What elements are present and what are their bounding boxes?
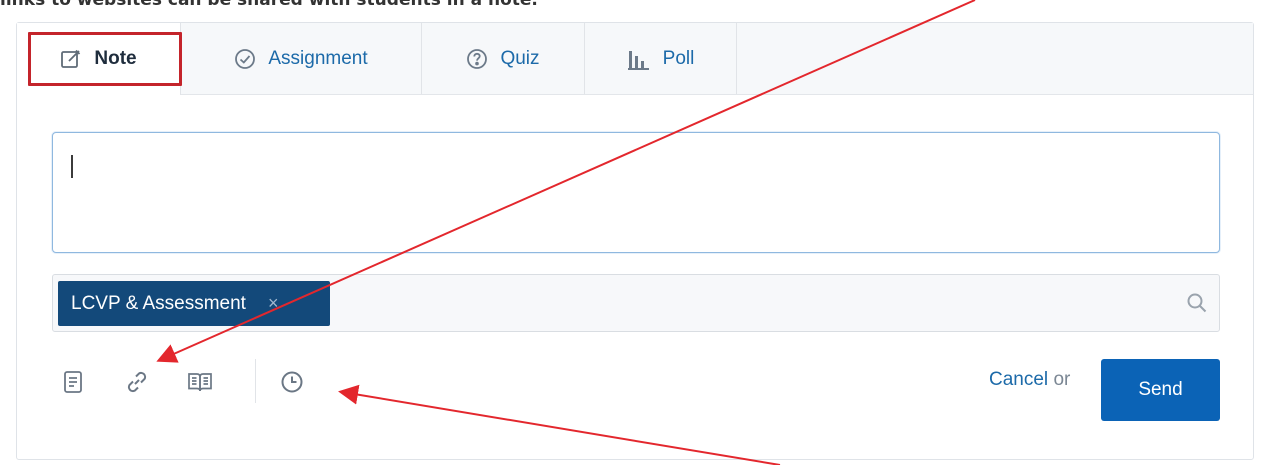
toolbar-divider (255, 359, 256, 403)
schedule-clock-icon[interactable] (272, 362, 312, 402)
post-type-tabs: Note Assignment Quiz Poll (17, 23, 1253, 95)
tab-label: Note (94, 48, 137, 69)
bar-chart-icon (627, 48, 651, 70)
tab-label: Poll (662, 47, 695, 69)
note-edit-icon (60, 48, 82, 70)
search-icon[interactable] (1186, 292, 1208, 319)
file-icon[interactable] (53, 362, 93, 402)
check-circle-icon (234, 48, 256, 70)
library-icon[interactable] (180, 362, 220, 402)
tab-poll[interactable]: Poll (585, 23, 737, 94)
tab-note[interactable]: Note (17, 23, 181, 95)
cancel-area: Cancel or (989, 369, 1070, 391)
remove-tag-icon[interactable]: × (268, 293, 279, 314)
tab-quiz[interactable]: Quiz (422, 23, 585, 94)
tab-label: Quiz (500, 47, 540, 69)
post-composer: Note Assignment Quiz Poll LCVP & Assessm… (16, 22, 1254, 460)
recipient-tag: LCVP & Assessment × (58, 281, 330, 326)
or-text: or (1053, 369, 1071, 390)
recipient-tag-label: LCVP & Assessment (71, 292, 246, 314)
page-caption: links to websites can be shared with stu… (0, 0, 538, 10)
text-caret (71, 155, 73, 178)
tab-assignment[interactable]: Assignment (181, 23, 422, 94)
question-circle-icon (466, 48, 488, 70)
recipient-field[interactable]: LCVP & Assessment × (52, 274, 1220, 332)
send-button[interactable]: Send (1101, 359, 1220, 421)
link-icon[interactable] (117, 362, 157, 402)
cancel-link[interactable]: Cancel (989, 369, 1048, 390)
message-input[interactable] (52, 132, 1220, 253)
tab-label: Assignment (268, 47, 368, 69)
